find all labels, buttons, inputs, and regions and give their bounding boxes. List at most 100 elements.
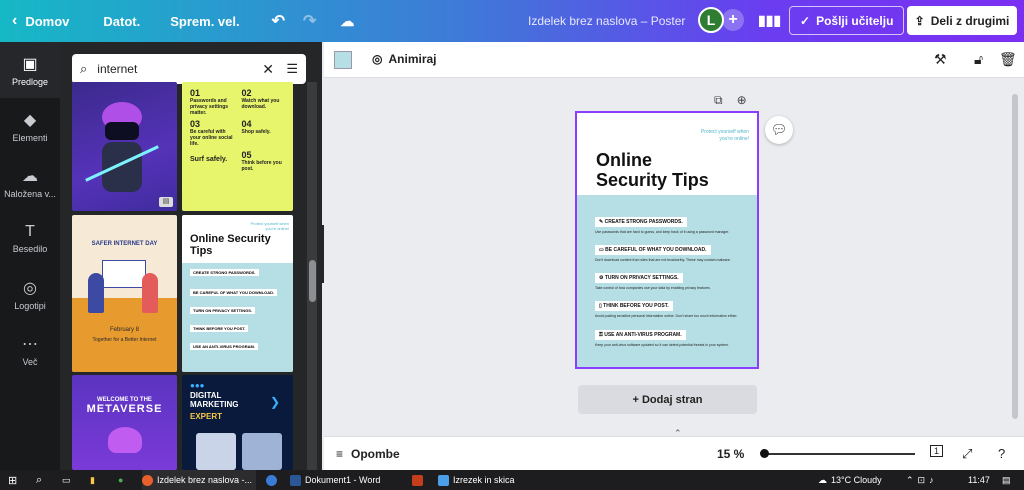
- add-page-icon[interactable]: ⊕: [737, 93, 747, 108]
- panel-scroll-thumb[interactable]: [309, 260, 316, 302]
- file-label: Datot.: [103, 13, 141, 29]
- search-field[interactable]: ⌕ internet ✕ ☰: [72, 54, 306, 84]
- add-collaborator-button[interactable]: +: [722, 9, 744, 31]
- taskbar-window-snip[interactable]: Izrezek in skica: [438, 470, 548, 490]
- notes-icon: ≡: [336, 447, 344, 461]
- left-rail: ▣ Predloge ◆ Elementi ☁ Naložena v... T …: [0, 42, 60, 470]
- search-icon[interactable]: ⌕: [36, 470, 42, 490]
- filter-icon[interactable]: ☰: [286, 61, 298, 77]
- canvas-scroll-thumb[interactable]: [1012, 94, 1018, 419]
- help-icon[interactable]: ?: [998, 446, 1005, 461]
- add-comment-button[interactable]: 💬︎: [765, 116, 793, 144]
- list-item: 03 Be careful with your online social li…: [190, 119, 233, 147]
- search-input[interactable]: internet: [97, 62, 137, 76]
- zoom-slider[interactable]: [765, 453, 915, 455]
- digital-expert: EXPERT: [190, 412, 223, 421]
- lock-icon[interactable]: 🔓︎: [974, 51, 983, 68]
- rail-item-more[interactable]: ⋯ Več: [0, 322, 60, 378]
- resize-menu[interactable]: Sprem. vel.: [170, 14, 239, 29]
- file-explorer-icon[interactable]: ▮: [90, 470, 95, 490]
- list-item: 04 Shop safely.: [241, 119, 271, 135]
- file-menu[interactable]: Datot.: [103, 14, 140, 29]
- powerpoint-icon[interactable]: [412, 470, 423, 490]
- template-tile-robot[interactable]: ▤: [72, 82, 177, 211]
- logo-icon: ◎: [23, 279, 37, 297]
- poster-page[interactable]: Protect yourself when you're online! Onl…: [575, 111, 759, 369]
- gear-icon: ⚙: [599, 275, 604, 281]
- poster-tagline: Protect yourself when you're online!: [700, 129, 749, 142]
- template-tile-metaverse[interactable]: WELCOME TO THE METAVERSE: [72, 375, 177, 470]
- taskbar-window-word[interactable]: Dokument1 - Word: [290, 470, 402, 490]
- pen-icon: ✎: [599, 219, 604, 225]
- notes-button[interactable]: ≡ Opombe: [336, 447, 400, 461]
- home-label: Domov: [25, 13, 70, 29]
- more-icon: ⋯: [22, 335, 38, 353]
- rail-item-text[interactable]: T Besedilo: [0, 210, 60, 266]
- poster-title: Online Security Tips: [596, 150, 709, 190]
- avatar[interactable]: L: [698, 7, 724, 33]
- windows-start-icon[interactable]: ⊞: [8, 470, 17, 490]
- add-page-button[interactable]: + Dodaj stran: [578, 385, 757, 414]
- firefox-icon: [142, 474, 153, 486]
- app-window: ‹ Domov Datot. Sprem. vel. ↶ ↷ ☁ Izdelek…: [0, 0, 1024, 490]
- clock[interactable]: 11:47: [968, 470, 990, 490]
- templates-panel: ⌕ internet ✕ ☰ ▤ 01 Passwords and privac…: [60, 42, 322, 470]
- monitor-icon: ▭: [599, 247, 604, 253]
- snipping-tool-icon: [438, 474, 449, 486]
- background-color-swatch[interactable]: [334, 51, 352, 69]
- rail-label: Logotipi: [14, 300, 46, 311]
- page-tools: ⧉ ⊕: [714, 93, 747, 108]
- illustration-person: [142, 273, 158, 313]
- document-title[interactable]: Izdelek brez naslova – Poster: [528, 14, 685, 28]
- zoom-slider-knob[interactable]: [760, 449, 769, 458]
- notification-icon[interactable]: ▤: [1002, 470, 1011, 490]
- illustration-person: [88, 273, 104, 313]
- tip-item: ⚿ USE AN ANTI-VIRUS PROGRAM. Keep your a…: [595, 330, 729, 347]
- send-label: Pošlji učitelju: [816, 13, 894, 28]
- premium-icon: ▤: [159, 197, 173, 207]
- rail-item-templates[interactable]: ▣ Predloge: [0, 42, 60, 98]
- share-button[interactable]: ⇪ Deli z drugimi: [907, 6, 1017, 35]
- insights-chart-icon[interactable]: ▮▮▮: [758, 12, 781, 29]
- template-tile-digital-marketing[interactable]: ●●● DIGITAL MARKETING EXPERT ❯: [182, 375, 293, 470]
- cloud-sync-icon[interactable]: ☁: [340, 13, 354, 30]
- share-icon: ⇪: [914, 13, 925, 28]
- notes-label: Opombe: [351, 447, 400, 461]
- tip-item: ▭ BE CAREFUL OF WHAT YOU DOWNLOAD. Don't…: [595, 245, 731, 262]
- undo-icon[interactable]: ↶: [272, 11, 285, 31]
- cloud-icon: ☁: [818, 474, 827, 485]
- paint-roller-icon[interactable]: ⚒: [934, 51, 947, 68]
- home-button[interactable]: ‹ Domov: [0, 12, 69, 30]
- page-count[interactable]: 1: [930, 445, 944, 457]
- browser-icon[interactable]: [266, 470, 277, 490]
- fullscreen-icon[interactable]: ⤢: [962, 446, 972, 462]
- meta-title: METAVERSE: [86, 403, 163, 415]
- animate-button[interactable]: ◎ Animiraj: [372, 52, 437, 66]
- taskbar-label: Izrezek in skica: [453, 475, 515, 485]
- rail-item-elements[interactable]: ◆ Elementi: [0, 98, 60, 154]
- phone-icon: ▯: [599, 303, 602, 309]
- template-tile-online-security[interactable]: Protect yourself when you're online! Onl…: [182, 215, 293, 372]
- weather-widget[interactable]: ☁ 13°C Cloudy: [818, 470, 882, 490]
- safer-title: SAFER INTERNET DAY: [91, 241, 158, 247]
- duplicate-page-icon[interactable]: ⧉: [714, 93, 723, 108]
- animate-icon: ◎: [372, 52, 383, 66]
- clear-icon[interactable]: ✕: [262, 61, 274, 78]
- safer-subtitle: Together for a Better Internet: [92, 337, 157, 343]
- template-tile-safer-internet[interactable]: SAFER INTERNET DAY February 8 Together f…: [72, 215, 177, 372]
- template-tile-checklist[interactable]: 01 Passwords and privacy settings matter…: [182, 82, 293, 211]
- photo-placeholder: [196, 433, 236, 470]
- trash-icon[interactable]: 🗑︎: [999, 51, 1017, 68]
- task-view-icon[interactable]: ▭: [62, 470, 71, 490]
- send-to-teacher-button[interactable]: ✓ Pošlji učitelju: [789, 6, 905, 35]
- rail-item-uploads[interactable]: ☁ Naložena v...: [0, 154, 60, 210]
- rail-item-logos[interactable]: ◎ Logotipi: [0, 266, 60, 322]
- list-item: 05 Think before you post.: [241, 150, 282, 172]
- redo-icon[interactable]: ↷: [303, 11, 316, 31]
- taskbar-window-canva[interactable]: Izdelek brez naslova -...: [142, 470, 256, 490]
- editor-toolbar: ◎ Animiraj ⚒ 🔓︎ 🗑︎: [324, 42, 1024, 78]
- zoom-level[interactable]: 15 %: [717, 447, 744, 461]
- chat-app-icon[interactable]: ●: [118, 470, 123, 490]
- system-tray-icons[interactable]: ⌃ ⊡ ♪: [906, 470, 934, 490]
- bottom-bar: ≡ Opombe 15 % 1 ⤢ ?: [324, 436, 1024, 470]
